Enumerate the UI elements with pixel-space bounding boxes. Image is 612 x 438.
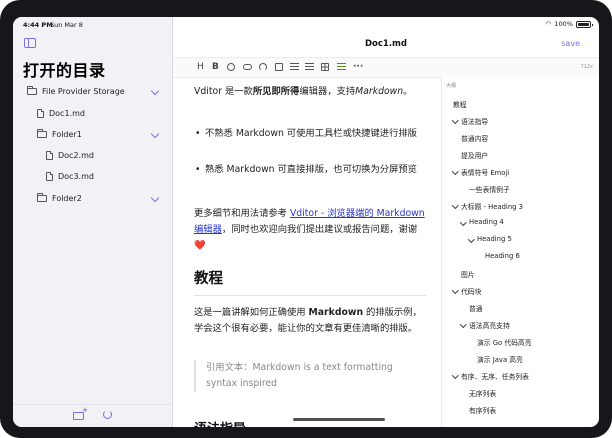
heading-button[interactable]: H bbox=[197, 62, 204, 72]
blockquote: 引用文本：Markdown is a text formatting synta… bbox=[194, 360, 426, 392]
outline-item[interactable]: 演示 Java 高亮 bbox=[477, 354, 523, 364]
sidebar-bottom-bar bbox=[13, 404, 172, 427]
outline-item[interactable]: 演示 Go 代码高亮 bbox=[477, 337, 532, 347]
scroll-indicator[interactable] bbox=[293, 418, 385, 421]
bold-button[interactable]: B bbox=[212, 62, 219, 72]
status-bar: 4:44 PM Sun Mar 8 ◠ 100% bbox=[13, 17, 599, 31]
list-item: 熟悉 Markdown 可直接排版，也可切换为分屏预览 bbox=[195, 162, 427, 178]
outline-item[interactable]: 图片 bbox=[461, 269, 475, 279]
tree-item-doc3[interactable]: Doc3.md bbox=[46, 168, 94, 184]
list-item: 不熟悉 Markdown 可使用工具栏或快捷键进行排版 bbox=[195, 126, 427, 142]
upload-icon[interactable] bbox=[259, 62, 267, 72]
section-heading: 教程 bbox=[194, 271, 223, 287]
outline-item[interactable]: 语法指导 bbox=[461, 116, 488, 126]
tree-item-label: Folder1 bbox=[52, 129, 82, 139]
battery-percent: 100% bbox=[554, 20, 573, 28]
outline-item[interactable]: 一些表情例子 bbox=[469, 184, 510, 194]
document-icon bbox=[46, 150, 53, 160]
heading-divider bbox=[194, 295, 426, 296]
tree-item-folder1[interactable]: Folder1 bbox=[37, 126, 82, 142]
tree-item-label: Doc3.md bbox=[58, 171, 94, 181]
status-time: 4:44 PM bbox=[23, 21, 53, 29]
outline-item[interactable]: 无序列表 bbox=[469, 388, 496, 398]
list-icon[interactable] bbox=[290, 62, 299, 72]
table-icon[interactable] bbox=[321, 62, 329, 72]
word-count: 712x bbox=[580, 64, 593, 70]
outline-item[interactable]: 普通内容 bbox=[461, 133, 488, 143]
wifi-icon: ◠ bbox=[545, 20, 552, 28]
intro-paragraph: Vditor 是一款所见即所得编辑器，支持Markdown。 bbox=[194, 86, 413, 97]
tree-item-doc1[interactable]: Doc1.md bbox=[37, 105, 85, 121]
screen: 打开的目录 File Provider Storage Doc1.md Fold… bbox=[13, 17, 599, 427]
next-heading: 语法指导 bbox=[194, 418, 246, 427]
outline-item[interactable]: 代码块 bbox=[461, 286, 481, 296]
outline-item[interactable]: 大标题 - Heading 3 bbox=[461, 201, 523, 211]
outline-item[interactable]: 有序、无序、任务列表 bbox=[461, 371, 529, 381]
folder-icon bbox=[27, 85, 37, 95]
outline-item[interactable]: 表情符号 Emoji bbox=[461, 167, 509, 177]
outline-item[interactable]: 语法高亮支持 bbox=[469, 320, 510, 330]
status-date: Sun Mar 8 bbox=[50, 21, 83, 29]
device-frame: 打开的目录 File Provider Storage Doc1.md Fold… bbox=[0, 0, 612, 438]
tree-item-file-provider-storage[interactable]: File Provider Storage bbox=[27, 83, 125, 99]
folder-icon bbox=[37, 128, 47, 138]
tree-item-folder2[interactable]: Folder2 bbox=[37, 190, 82, 206]
outline-item[interactable]: Heading 4 bbox=[469, 218, 504, 226]
document-icon bbox=[46, 171, 53, 181]
outline-item[interactable]: Heading 6 bbox=[485, 252, 520, 260]
battery-icon bbox=[576, 20, 593, 28]
link-icon[interactable] bbox=[243, 62, 252, 72]
indent-icon[interactable] bbox=[337, 62, 346, 72]
outline-item[interactable]: 教程 bbox=[453, 99, 467, 109]
chevron-down-icon[interactable] bbox=[150, 86, 160, 96]
sidebar-title: 打开的目录 bbox=[23, 61, 106, 80]
outline-item[interactable]: 有序列表 bbox=[469, 405, 496, 415]
more-paragraph: 更多细节和用法请参考 Vditor - 浏览器端的 Markdown 编辑器，同… bbox=[194, 208, 425, 251]
tree-item-label: Doc2.md bbox=[58, 150, 94, 160]
outline-item[interactable]: Heading 5 bbox=[477, 235, 512, 243]
document-icon bbox=[37, 108, 44, 118]
outline-item[interactable]: 提及用户 bbox=[461, 150, 488, 160]
editor-content[interactable]: Vditor 是一款所见即所得编辑器，支持Markdown。 不熟悉 Markd… bbox=[173, 77, 441, 427]
refresh-icon[interactable] bbox=[103, 410, 112, 419]
outline-header: 大纲 bbox=[446, 83, 457, 89]
more-button[interactable]: ··· bbox=[353, 62, 363, 72]
chevron-down-icon[interactable] bbox=[150, 193, 160, 203]
sidebar: 打开的目录 File Provider Storage Doc1.md Fold… bbox=[13, 17, 173, 427]
tree-item-label: Folder2 bbox=[52, 193, 82, 203]
tutorial-paragraph: 这是一篇讲解如何正确使用 Markdown 的排版示例，学会这个很有必要，能让你… bbox=[194, 307, 422, 334]
outline-panel: 大纲 教程 语法指导 普通内容 提及用户 表情符号 Emoji 一些表情例子 大… bbox=[441, 77, 599, 427]
tree-item-label: Doc1.md bbox=[49, 108, 85, 118]
chevron-down-icon[interactable] bbox=[150, 129, 160, 139]
outline-item[interactable]: 普通 bbox=[469, 303, 483, 313]
folder-icon bbox=[37, 192, 47, 202]
new-folder-icon[interactable] bbox=[73, 406, 88, 420]
emoji-icon[interactable] bbox=[227, 62, 235, 72]
tree-item-doc2[interactable]: Doc2.md bbox=[46, 147, 94, 163]
save-button[interactable]: save bbox=[561, 39, 580, 48]
edit-icon[interactable] bbox=[275, 62, 283, 72]
sidebar-toggle-icon[interactable] bbox=[24, 38, 36, 48]
ordered-list-icon[interactable] bbox=[305, 62, 314, 72]
tree-item-label: File Provider Storage bbox=[42, 86, 125, 96]
document-title: Doc1.md bbox=[364, 39, 408, 49]
main-area: Doc1.md save H B ··· 712x Vditor 是一款所见即所… bbox=[173, 17, 599, 427]
editor-toolbar: H B ··· 712x bbox=[173, 57, 599, 78]
status-right: ◠ 100% bbox=[545, 20, 593, 28]
